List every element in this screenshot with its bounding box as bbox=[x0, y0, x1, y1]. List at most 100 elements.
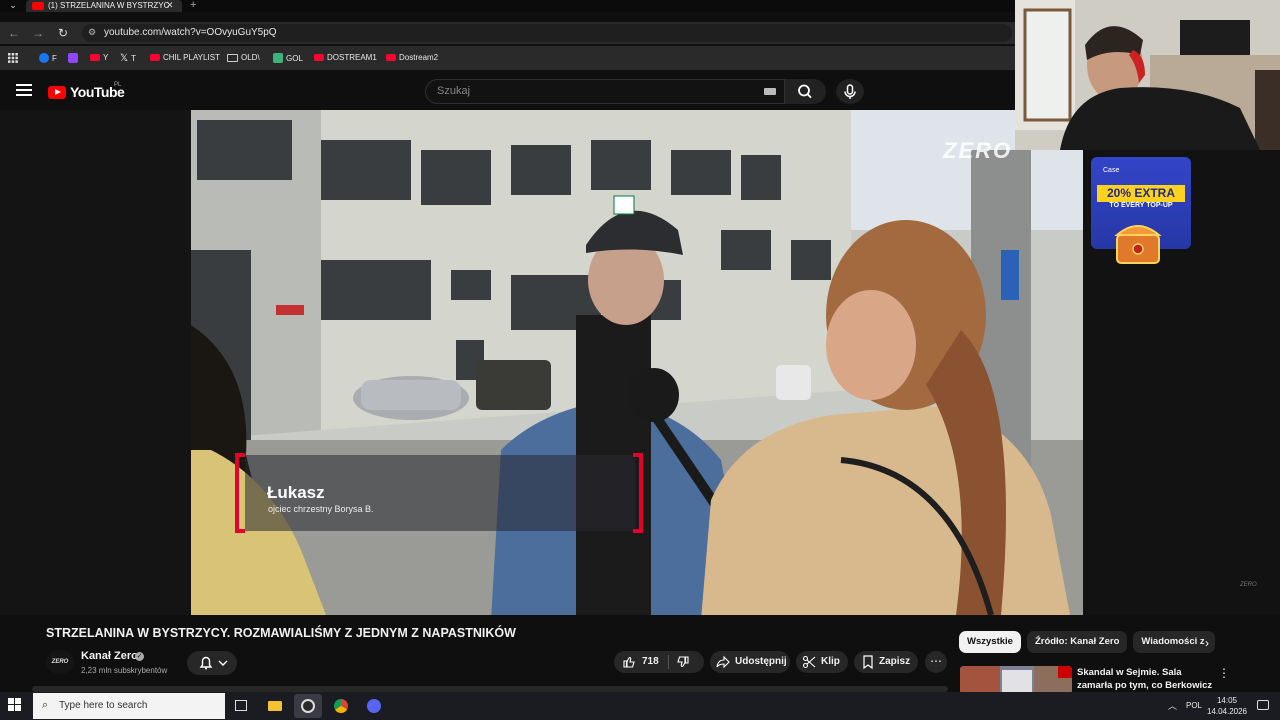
like-count: 718 bbox=[642, 656, 659, 667]
bookmark-item[interactable]: CHIL PLAYLIST bbox=[150, 53, 220, 62]
bracket-left bbox=[235, 453, 245, 533]
search-button[interactable] bbox=[785, 79, 826, 104]
address-bar[interactable]: youtube.com/watch?v=OOvyuGuY5pQ bbox=[82, 24, 1012, 42]
treasure-chest-icon bbox=[1114, 225, 1162, 264]
thumbs-up-icon bbox=[623, 657, 635, 668]
share-label: Udostępnij bbox=[735, 656, 787, 667]
chip-all[interactable]: Wszystkie bbox=[959, 631, 1021, 653]
tab-search-button[interactable]: ⌄ bbox=[4, 0, 22, 12]
youtube-icon bbox=[90, 54, 100, 61]
recommended-thumbnail[interactable] bbox=[960, 666, 1072, 694]
ad-subline: TO EVERY TOP-UP bbox=[1109, 202, 1173, 209]
more-actions-icon[interactable]: ⋯ bbox=[925, 651, 947, 673]
task-view-icon[interactable] bbox=[227, 694, 255, 718]
folder-icon bbox=[227, 53, 238, 62]
dislike-button[interactable] bbox=[676, 651, 694, 677]
language-indicator[interactable]: POL bbox=[1186, 701, 1202, 710]
webcam-frame bbox=[1015, 0, 1280, 150]
menu-icon[interactable] bbox=[16, 84, 32, 96]
notifications-button[interactable] bbox=[187, 651, 237, 675]
search-input[interactable]: Szukaj bbox=[425, 79, 785, 104]
ambient-left bbox=[0, 110, 191, 615]
browser-tab-active[interactable]: (1) STRZELANINA W BYSTRZYC bbox=[26, 0, 182, 12]
lower-third-name: Łukasz bbox=[267, 483, 325, 502]
discord-icon[interactable] bbox=[360, 694, 388, 718]
back-icon[interactable]: ← bbox=[6, 25, 22, 41]
bookmark-folder[interactable]: OLD\ bbox=[227, 53, 260, 62]
clock-time: 14:05 bbox=[1216, 696, 1238, 705]
youtube-icon bbox=[314, 54, 324, 61]
ad-brand: Case bbox=[1103, 167, 1120, 174]
clip-label: Klip bbox=[821, 656, 840, 667]
site-info-icon[interactable]: ⚙ bbox=[88, 27, 96, 38]
clock-date: 14.04.2026 bbox=[1206, 707, 1248, 716]
sponsor-ad[interactable]: Case 20% EXTRA TO EVERY TOP-UP bbox=[1091, 157, 1191, 267]
reload-icon[interactable]: ↻ bbox=[55, 25, 71, 41]
new-tab-button[interactable]: + bbox=[190, 0, 196, 11]
keyboard-icon[interactable] bbox=[764, 88, 776, 95]
bracket-right bbox=[633, 453, 643, 533]
forward-icon[interactable]: → bbox=[30, 25, 46, 41]
notifications-icon[interactable] bbox=[1257, 700, 1269, 710]
thumbs-down-icon bbox=[677, 656, 689, 667]
save-label: Zapisz bbox=[879, 656, 911, 667]
bookmark-icon bbox=[863, 655, 873, 669]
youtube-icon bbox=[150, 54, 160, 61]
file-explorer-icon[interactable] bbox=[261, 694, 289, 718]
bookmark-item[interactable]: 𝕏T bbox=[120, 53, 136, 64]
save-button[interactable]: Zapisz bbox=[854, 651, 918, 673]
bookmark-item[interactable] bbox=[68, 53, 81, 63]
video-frame bbox=[191, 110, 1083, 615]
obs-app-icon[interactable] bbox=[294, 694, 322, 718]
bookmark-item[interactable]: Dostream2 bbox=[386, 53, 438, 62]
scissors-icon bbox=[802, 655, 816, 669]
lower-third-role: ojciec chrzestny Borysa B. bbox=[268, 504, 374, 514]
channel-watermark-small: ZERO bbox=[1240, 582, 1257, 588]
tab-close-icon[interactable]: ✕ bbox=[166, 0, 174, 11]
like-divider bbox=[668, 655, 669, 669]
bell-icon bbox=[199, 656, 228, 670]
x-icon: 𝕏 bbox=[120, 53, 129, 64]
recommendation-chips: Wszystkie Źródło: Kanał Zero Wiadomości … bbox=[959, 631, 1216, 653]
youtube-icon bbox=[386, 54, 396, 61]
more-vertical-icon[interactable]: ⋮ bbox=[1218, 666, 1230, 680]
chip-news[interactable]: Wiadomości z bbox=[1133, 631, 1216, 653]
youtube-favicon-icon bbox=[32, 2, 44, 10]
taskbar-search-placeholder: Type here to search bbox=[59, 700, 148, 711]
channel-name[interactable]: Kanał Zero bbox=[81, 650, 138, 662]
bookmark-item[interactable]: Y bbox=[90, 53, 108, 62]
lower-third: Łukasz ojciec chrzestny Borysa B. bbox=[235, 453, 645, 533]
clip-button[interactable]: Klip bbox=[796, 651, 848, 673]
subscriber-count: 2,23 mln subskrybentów bbox=[81, 666, 168, 675]
chrome-icon[interactable] bbox=[327, 694, 355, 718]
search-placeholder: Szukaj bbox=[437, 85, 471, 97]
thumbnail-image bbox=[960, 666, 1072, 694]
tray-overflow-icon[interactable]: ︿ bbox=[1168, 699, 1177, 712]
tab-title: (1) STRZELANINA W BYSTRZYC bbox=[48, 1, 170, 10]
bookmark-item[interactable]: DOSTREAM1 bbox=[314, 53, 377, 62]
bookmark-item[interactable]: GOL bbox=[273, 53, 303, 63]
chevron-right-icon[interactable]: › bbox=[1205, 636, 1209, 650]
video-title: STRZELANINA W BYSTRZYCY. ROZMAWIALIŚMY Z… bbox=[46, 626, 516, 640]
channel-watermark: ZERO bbox=[943, 138, 1013, 163]
bookmark-item[interactable]: F bbox=[39, 53, 57, 63]
microphone-icon bbox=[844, 84, 856, 99]
channel-avatar[interactable]: ZERO bbox=[46, 650, 74, 674]
share-icon bbox=[716, 655, 730, 669]
ad-headline: 20% EXTRA bbox=[1097, 185, 1185, 202]
youtube-logo[interactable]: YouTube bbox=[48, 84, 125, 100]
facebook-icon bbox=[39, 53, 49, 63]
apps-icon[interactable] bbox=[8, 53, 18, 63]
share-button[interactable]: Udostępnij bbox=[710, 651, 790, 673]
search-icon bbox=[798, 84, 812, 99]
url-text: youtube.com/watch?v=OOvyuGuY5pQ bbox=[104, 27, 277, 38]
voice-search-button[interactable] bbox=[836, 79, 864, 104]
taskbar-search-input[interactable]: Type here to search bbox=[33, 693, 225, 719]
chip-source[interactable]: Źródło: Kanał Zero bbox=[1026, 631, 1128, 653]
webcam-overlay bbox=[1015, 0, 1280, 150]
youtube-play-icon bbox=[48, 85, 66, 99]
twitch-icon bbox=[68, 53, 78, 63]
clock[interactable]: 14:05 14.04.2026 bbox=[1205, 695, 1249, 717]
windows-start-icon[interactable] bbox=[8, 698, 22, 712]
video-player[interactable] bbox=[191, 110, 1083, 615]
